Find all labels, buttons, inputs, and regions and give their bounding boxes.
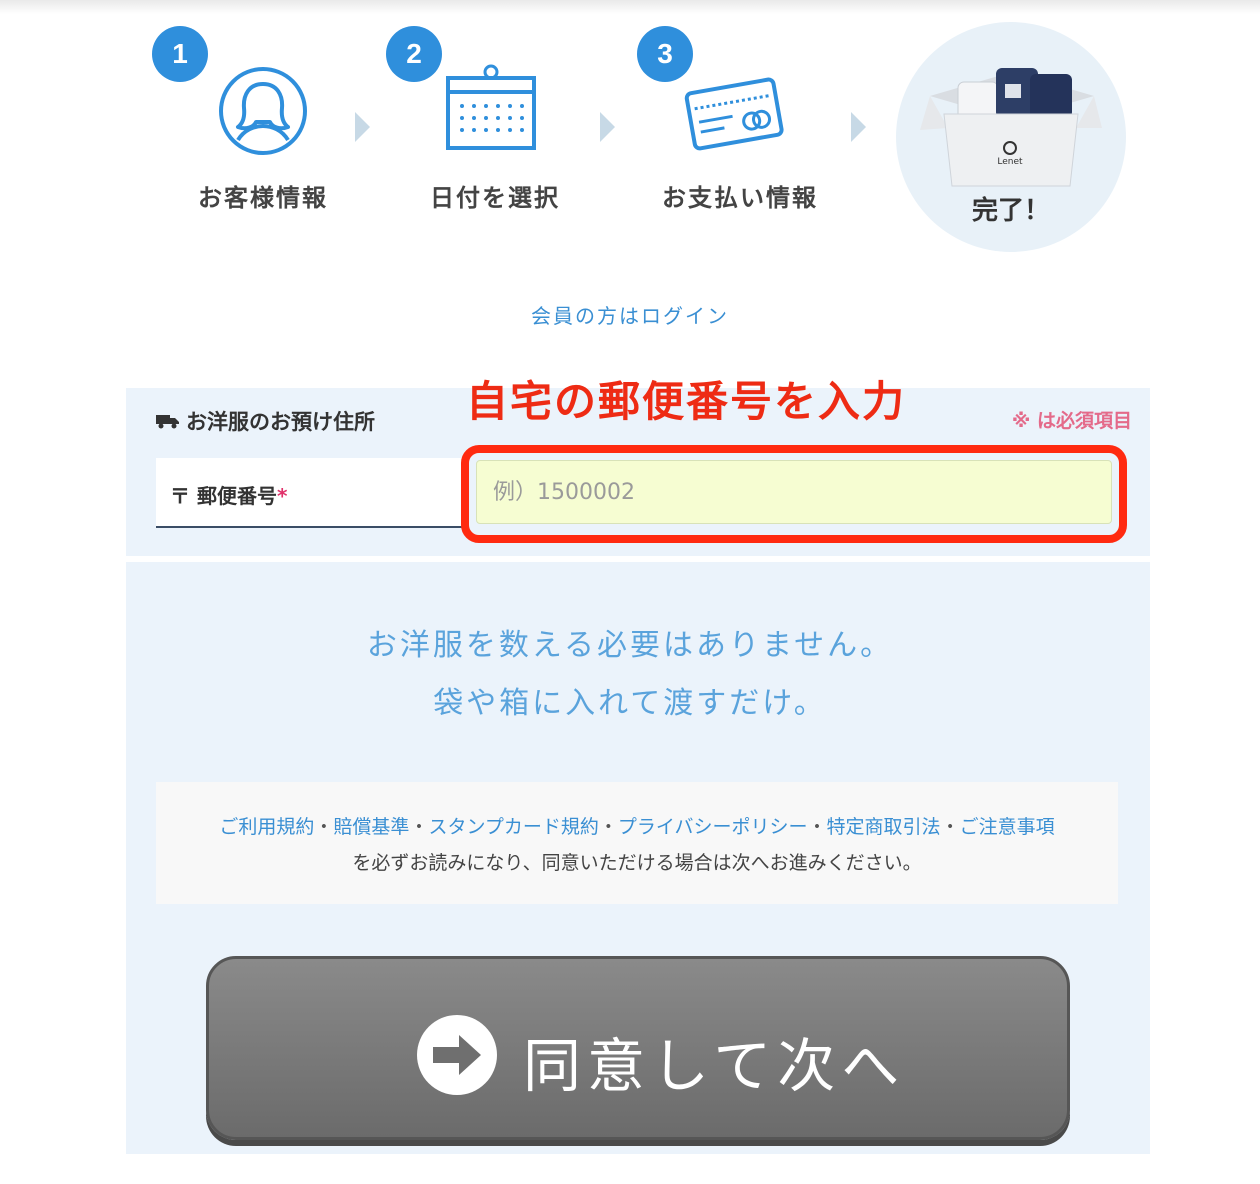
arrow-right-icon	[417, 1015, 497, 1095]
notes-link[interactable]: ご注意事項	[960, 816, 1055, 838]
separator: ・	[409, 816, 429, 838]
person-icon	[219, 67, 307, 155]
zip-label: 〒 郵便番号*	[170, 480, 287, 509]
step-complete-label: 完了！	[971, 196, 1050, 226]
required-mark: *	[276, 484, 288, 508]
terms-of-use-link[interactable]: ご利用規約	[219, 816, 314, 838]
required-note: ※ は必須項目	[1011, 410, 1132, 432]
step-complete: Lenet 完了！	[896, 22, 1126, 252]
message-line-2: 袋や箱に入れて渡すだけ。	[433, 686, 827, 721]
privacy-policy-link[interactable]: プライバシーポリシー	[618, 816, 808, 838]
member-login-link[interactable]: 会員の方はログイン	[0, 300, 1260, 329]
stamp-card-terms-link[interactable]: スタンプカード規約	[428, 816, 598, 838]
address-section-title: お洋服のお預け住所	[156, 406, 375, 436]
truck-icon	[156, 415, 179, 429]
annotation-enter-zip: 自宅の郵便番号を入力	[466, 377, 907, 426]
step-1-badge: 1	[152, 26, 208, 82]
step-3-label: お支払い情報	[662, 184, 818, 212]
box-brand: Lenet	[997, 157, 1023, 167]
step-2-label: 日付を選択	[430, 184, 560, 212]
terms-box: ご利用規約・賠償基準・スタンプカード規約・プライバシーポリシー・特定商取引法・ご…	[156, 782, 1118, 904]
step-arrow-2	[600, 112, 615, 142]
terms-note: を必ずお読みになり、同意いただける場合は次へお進みください。	[352, 852, 922, 874]
step-2-badge: 2	[386, 26, 442, 82]
zip-code-input[interactable]	[476, 460, 1112, 524]
compensation-standards-link[interactable]: 賠償基準	[333, 816, 409, 838]
top-shadow	[0, 0, 1260, 14]
box-icon: Lenet	[920, 68, 1102, 187]
separator: ・	[314, 816, 334, 838]
separator: ・	[807, 816, 827, 838]
step-arrow-1	[355, 112, 370, 142]
credit-card-icon	[684, 77, 784, 151]
step-arrow-3	[851, 112, 866, 142]
calendar-icon	[446, 64, 536, 150]
commercial-transactions-link[interactable]: 特定商取引法	[827, 816, 941, 838]
zip-label-text: 〒 郵便番号	[170, 484, 277, 508]
agree-next-button[interactable]: 同意して次へ	[206, 956, 1070, 1140]
agree-next-label: 同意して次へ	[523, 1032, 906, 1100]
message-line-1: お洋服を数える必要はありません。	[366, 628, 894, 663]
zip-label-box: 〒 郵便番号*	[156, 458, 466, 528]
address-section-title-text: お洋服のお預け住所	[186, 410, 375, 434]
step-1-label: お客様情報	[198, 184, 328, 212]
separator: ・	[940, 816, 960, 838]
separator: ・	[598, 816, 618, 838]
terms-links: ご利用規約・賠償基準・スタンプカード規約・プライバシーポリシー・特定商取引法・ご…	[156, 812, 1118, 839]
